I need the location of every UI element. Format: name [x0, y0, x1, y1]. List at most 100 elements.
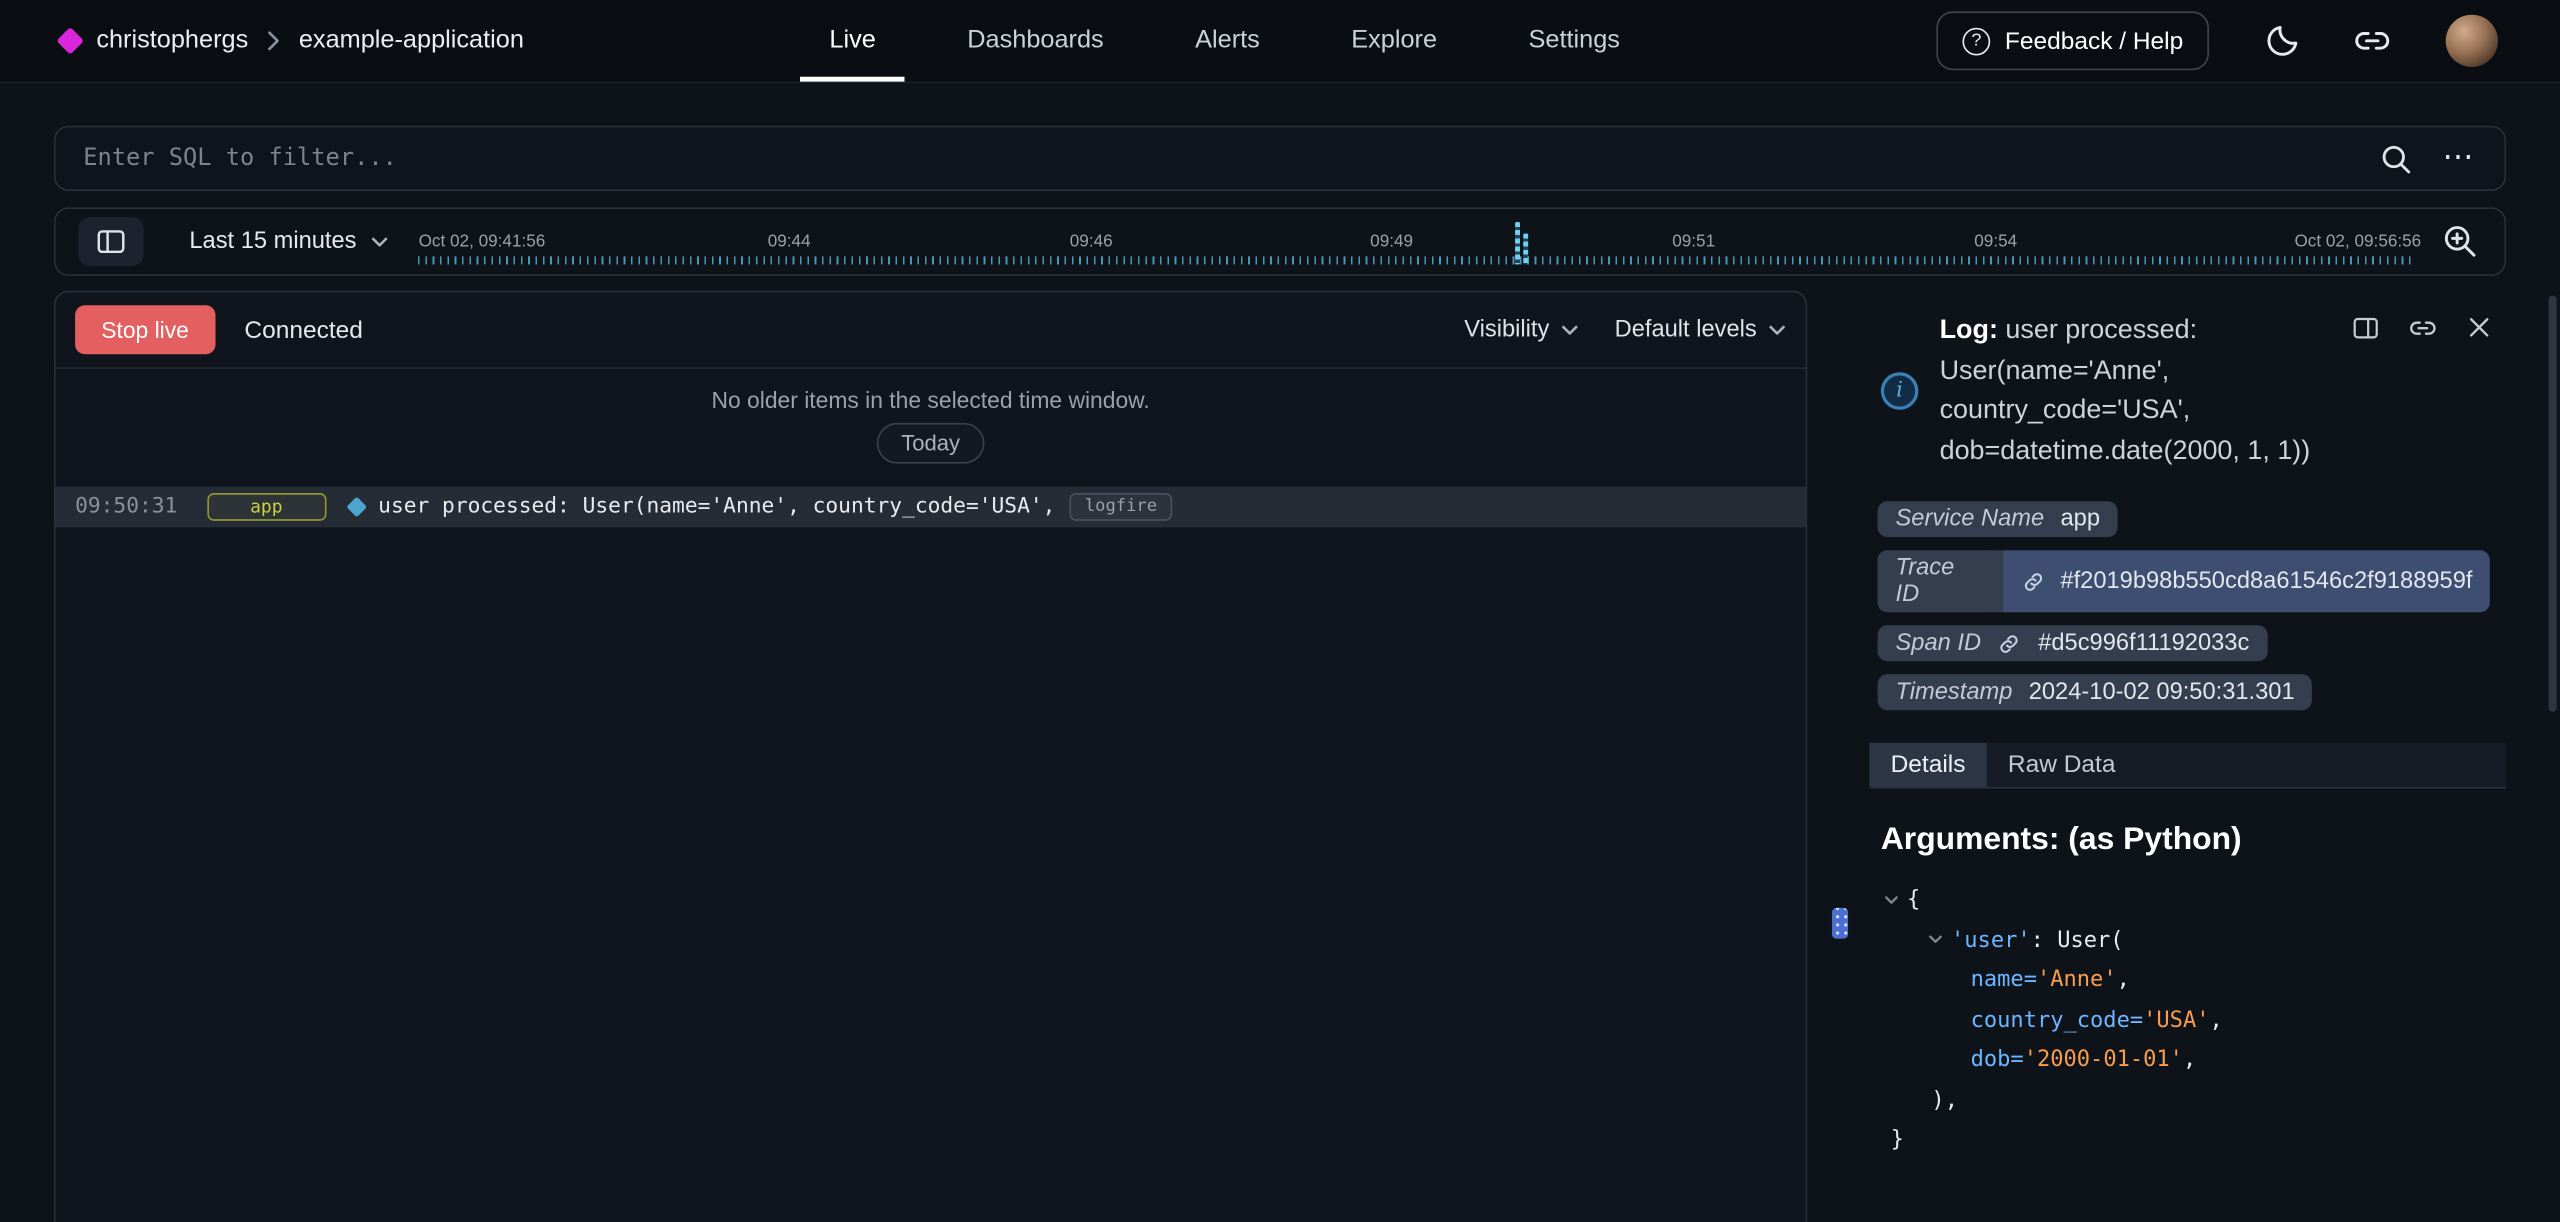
timeline-activity-ticks: [419, 256, 2415, 264]
time-range-select[interactable]: Last 15 minutes: [189, 229, 389, 255]
timeline-track[interactable]: Oct 02, 09:41:56 09:44 09:46 09:49 09:51…: [419, 209, 2422, 274]
code-line: }: [1869, 1120, 2506, 1160]
main-nav: Live Dashboards Alerts Explore Settings: [826, 0, 1623, 82]
info-level-icon: i: [1881, 371, 1919, 409]
code-line: {: [1869, 880, 2506, 920]
service-name-value: app: [2061, 506, 2101, 532]
sql-filter-input[interactable]: [56, 145, 2379, 171]
nav-tab-alerts[interactable]: Alerts: [1192, 0, 1263, 82]
panel-resize-handle[interactable]: [1832, 908, 1848, 939]
span-id-pill[interactable]: Span ID #d5c996f11192033c: [1878, 625, 2268, 661]
timeline-tick-label: 09:54: [1974, 232, 2017, 252]
timestamp-value: 2024-10-02 09:50:31.301: [2029, 679, 2295, 705]
nav-tab-label: Explore: [1351, 26, 1437, 55]
timeline-tick-label: 09:46: [1070, 232, 1113, 252]
filter-actions: ⋯: [2379, 141, 2505, 175]
nav-tab-settings[interactable]: Settings: [1525, 0, 1623, 82]
live-log-panel: Stop live Connected Visibility Default l…: [54, 291, 1807, 1222]
visibility-dropdown[interactable]: Visibility: [1464, 317, 1578, 343]
default-levels-label: Default levels: [1615, 317, 1757, 343]
dark-mode-toggle[interactable]: [2263, 21, 2302, 60]
logfire-logo-icon[interactable]: [56, 27, 84, 55]
collapse-caret-icon[interactable]: [1882, 891, 1900, 909]
timestamp-label: Timestamp: [1896, 679, 2013, 705]
feedback-help-button[interactable]: ? Feedback / Help: [1936, 11, 2209, 70]
code-token: {: [1907, 880, 1920, 920]
code-token: }: [1891, 1120, 1904, 1160]
timeline-tick-label: Oct 02, 09:56:56: [2294, 232, 2421, 252]
close-icon[interactable]: [2465, 313, 2493, 341]
scrollbar-thumb[interactable]: [2549, 296, 2557, 712]
code-token: dob=: [1971, 1040, 2024, 1080]
copy-link-icon[interactable]: [2408, 313, 2437, 342]
code-token: '2000-01-01': [2024, 1040, 2183, 1080]
nav-tab-label: Dashboards: [967, 26, 1103, 55]
today-button[interactable]: Today: [877, 423, 985, 464]
nav-tab-dashboards[interactable]: Dashboards: [964, 0, 1107, 82]
moon-icon: [2263, 21, 2302, 60]
code-line: dob='2000-01-01',: [1869, 1040, 2506, 1080]
timeline-tick-label: Oct 02, 09:41:56: [419, 232, 546, 252]
sidebar-toggle-button[interactable]: [78, 217, 143, 266]
copy-link-button[interactable]: [2353, 21, 2392, 60]
nav-tab-label: Settings: [1528, 26, 1619, 55]
arguments-heading-suffix: (as Python): [2059, 821, 2241, 857]
arguments-heading: Arguments: (as Python): [1881, 821, 2506, 859]
link-icon[interactable]: [2021, 569, 2045, 593]
span-id-label: Span ID: [1896, 630, 1982, 656]
chevron-down-icon: [1768, 324, 1786, 335]
open-in-panel-icon[interactable]: [2351, 313, 2380, 342]
code-token: User(: [2057, 920, 2123, 960]
collapse-caret-icon[interactable]: [1927, 931, 1945, 949]
tab-raw-data[interactable]: Raw Data: [1987, 743, 2137, 787]
nav-tab-live[interactable]: Live: [826, 0, 879, 82]
scope-tag-badge: logfire: [1070, 493, 1172, 521]
detail-header-actions: [2351, 313, 2493, 342]
app-window: christophergs example-application Live D…: [0, 0, 2560, 1222]
search-icon[interactable]: [2379, 141, 2413, 175]
tab-details[interactable]: Details: [1869, 743, 1986, 787]
code-line: country_code='USA',: [1869, 1000, 2506, 1040]
link-icon: [2353, 21, 2392, 60]
code-token: name=: [1971, 960, 2037, 1000]
service-tag-badge: app: [207, 493, 326, 521]
live-panel-header: Stop live Connected Visibility Default l…: [56, 292, 1806, 369]
service-name-pill[interactable]: Service Name app: [1878, 501, 2118, 537]
zoom-in-icon[interactable]: [2441, 222, 2480, 261]
log-level-diamond-icon: [346, 497, 367, 518]
service-name-label: Service Name: [1896, 506, 2045, 532]
detail-title-prefix: Log:: [1940, 315, 1998, 344]
feedback-help-label: Feedback / Help: [2005, 27, 2183, 55]
detail-tabs: Details Raw Data: [1869, 743, 2506, 789]
code-token: 'Anne': [2037, 960, 2117, 1000]
trace-id-label: Trace ID: [1878, 550, 1987, 612]
chevron-down-icon: [1561, 324, 1579, 335]
default-levels-dropdown[interactable]: Default levels: [1615, 317, 1787, 343]
chevron-down-icon: [371, 236, 389, 247]
user-avatar[interactable]: [2446, 15, 2498, 67]
timeline-tick-label: 09:44: [768, 232, 811, 252]
more-options-icon[interactable]: ⋯: [2442, 150, 2475, 166]
timeline-tick-label: 09:51: [1672, 232, 1715, 252]
code-token: :: [2031, 920, 2058, 960]
timestamp-pill[interactable]: Timestamp 2024-10-02 09:50:31.301: [1878, 674, 2313, 710]
link-icon[interactable]: [1997, 631, 2021, 655]
trace-id-value: #f2019b98b550cd8a61546c2f9188959f: [2060, 568, 2472, 594]
stop-live-button[interactable]: Stop live: [75, 305, 215, 354]
arguments-heading-text: Arguments:: [1881, 821, 2060, 857]
code-line: 'user': User(: [1869, 920, 2506, 960]
breadcrumb-org[interactable]: christophergs: [96, 26, 248, 55]
trace-id-pill[interactable]: Trace ID #f2019b98b550cd8a61546c2f918895…: [1878, 550, 2491, 612]
nav-tab-explore[interactable]: Explore: [1348, 0, 1440, 82]
log-timestamp: 09:50:31: [75, 495, 177, 519]
code-line: name='Anne',: [1869, 960, 2506, 1000]
nav-tab-label: Alerts: [1195, 26, 1260, 55]
code-token: ,: [2117, 960, 2130, 1000]
arguments-code-block: { 'user': User( name='Anne', country_cod…: [1869, 880, 2506, 1160]
span-id-value: #d5c996f11192033c: [2038, 630, 2249, 656]
log-row[interactable]: 09:50:31 app user processed: User(name='…: [56, 487, 1806, 528]
time-range-label: Last 15 minutes: [189, 229, 356, 255]
breadcrumb-project[interactable]: example-application: [299, 26, 524, 55]
code-token: 'USA': [2143, 1000, 2209, 1040]
timeline-tick-label: 09:49: [1370, 232, 1413, 252]
